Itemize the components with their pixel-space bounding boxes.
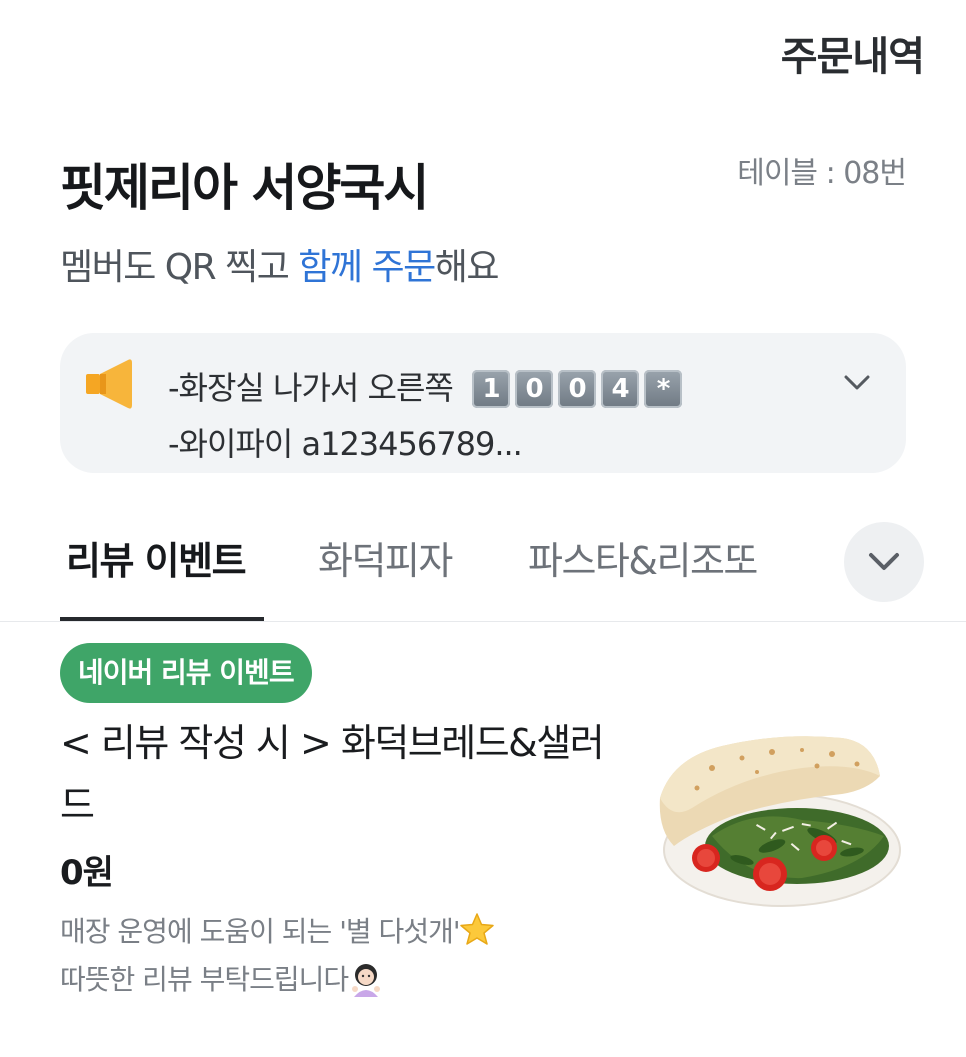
description-line-1: 매장 운영에 도움이 되는 '별 다섯개' bbox=[60, 908, 620, 956]
girl-emoji-icon bbox=[352, 964, 381, 997]
subtitle-highlight: 함께 주문 bbox=[298, 247, 436, 288]
category-tabs: 리뷰 이벤트 화덕피자 파스타&리조또 bbox=[0, 520, 966, 622]
active-tab-indicator bbox=[60, 617, 264, 621]
description-line-2-text: 따뜻한 리뷰 부탁드립니다 bbox=[60, 963, 349, 996]
table-number: 테이블 : 08번 bbox=[737, 156, 907, 191]
keycap: 0 bbox=[515, 370, 554, 408]
menu-item-price: 0원 bbox=[60, 853, 114, 893]
store-name: 핏제리아 서양국시 bbox=[60, 159, 429, 217]
chevron-down-icon bbox=[869, 553, 899, 570]
notice-line-1-text: -화장실 나가서 오른쪽 bbox=[168, 369, 454, 407]
keycap: 0 bbox=[558, 370, 597, 408]
star-emoji-icon bbox=[459, 913, 494, 945]
subtitle: 멤버도 QR 찍고 함께 주문해요 bbox=[60, 238, 500, 290]
order-history-button[interactable]: 주문내역 bbox=[781, 24, 925, 82]
notice-banner[interactable]: -화장실 나가서 오른쪽 1 0 0 4 * -와이파이 a123456789... bbox=[60, 333, 906, 473]
subtitle-prefix: 멤버도 QR 찍고 bbox=[60, 247, 299, 288]
description-line-2: 따뜻한 리뷰 부탁드립니다 bbox=[60, 956, 620, 1004]
keycap: * bbox=[644, 370, 683, 408]
more-categories-button[interactable] bbox=[844, 522, 924, 602]
subtitle-suffix: 해요 bbox=[434, 247, 500, 288]
menu-item-photo[interactable] bbox=[652, 728, 902, 918]
notice-line-2: -와이파이 a123456789... bbox=[168, 425, 523, 463]
keycap: 1 bbox=[472, 370, 511, 408]
chevron-down-icon[interactable] bbox=[842, 371, 872, 395]
tab-wood-fired-pizza[interactable]: 화덕피자 bbox=[318, 530, 453, 585]
keycap-row: 1 0 0 4 * bbox=[472, 369, 687, 408]
event-badge: 네이버 리뷰 이벤트 bbox=[60, 643, 312, 703]
keycap: 4 bbox=[601, 370, 640, 408]
description-line-1-text: 매장 운영에 도움이 되는 '별 다섯개' bbox=[60, 915, 461, 948]
tab-pasta-risotto[interactable]: 파스타&리조또 bbox=[528, 530, 758, 585]
tab-review-event[interactable]: 리뷰 이벤트 bbox=[66, 530, 247, 585]
menu-item-description: 매장 운영에 도움이 되는 '별 다섯개' 따뜻한 리뷰 부탁드립니다 bbox=[60, 908, 620, 1004]
menu-item-title[interactable]: < 리뷰 작성 시 > 화덕브레드&샐러드 bbox=[60, 712, 620, 836]
speaker-icon bbox=[86, 359, 132, 409]
notice-line-1: -화장실 나가서 오른쪽 1 0 0 4 * bbox=[168, 363, 687, 409]
